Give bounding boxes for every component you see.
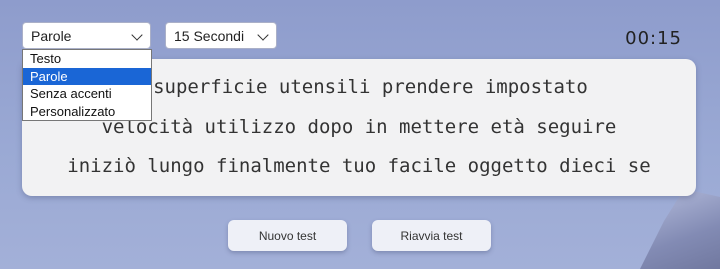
chevron-down-icon — [131, 29, 143, 41]
text-line-3: iniziò lungo finalmente tuo facile ogget… — [67, 155, 651, 177]
mode-dropdown-list: Testo Parole Senza accenti Personalizzat… — [22, 49, 152, 121]
mode-option-senza-accenti[interactable]: Senza accenti — [23, 85, 151, 103]
mode-select[interactable]: Parole — [22, 22, 151, 49]
time-select-value: 15 Secondi — [174, 27, 245, 44]
mode-option-testo[interactable]: Testo — [23, 50, 151, 68]
timer: 00:15 — [625, 28, 682, 49]
mode-option-personalizzato[interactable]: Personalizzato — [23, 103, 151, 121]
chevron-down-icon — [257, 29, 269, 41]
new-test-button[interactable]: Nuovo test — [228, 220, 347, 251]
mode-select-value: Parole — [31, 27, 72, 44]
background-mountain — [640, 189, 720, 269]
restart-test-button[interactable]: Riavvia test — [372, 220, 491, 251]
time-select[interactable]: 15 Secondi — [165, 22, 277, 49]
mode-option-parole[interactable]: Parole — [23, 67, 151, 85]
